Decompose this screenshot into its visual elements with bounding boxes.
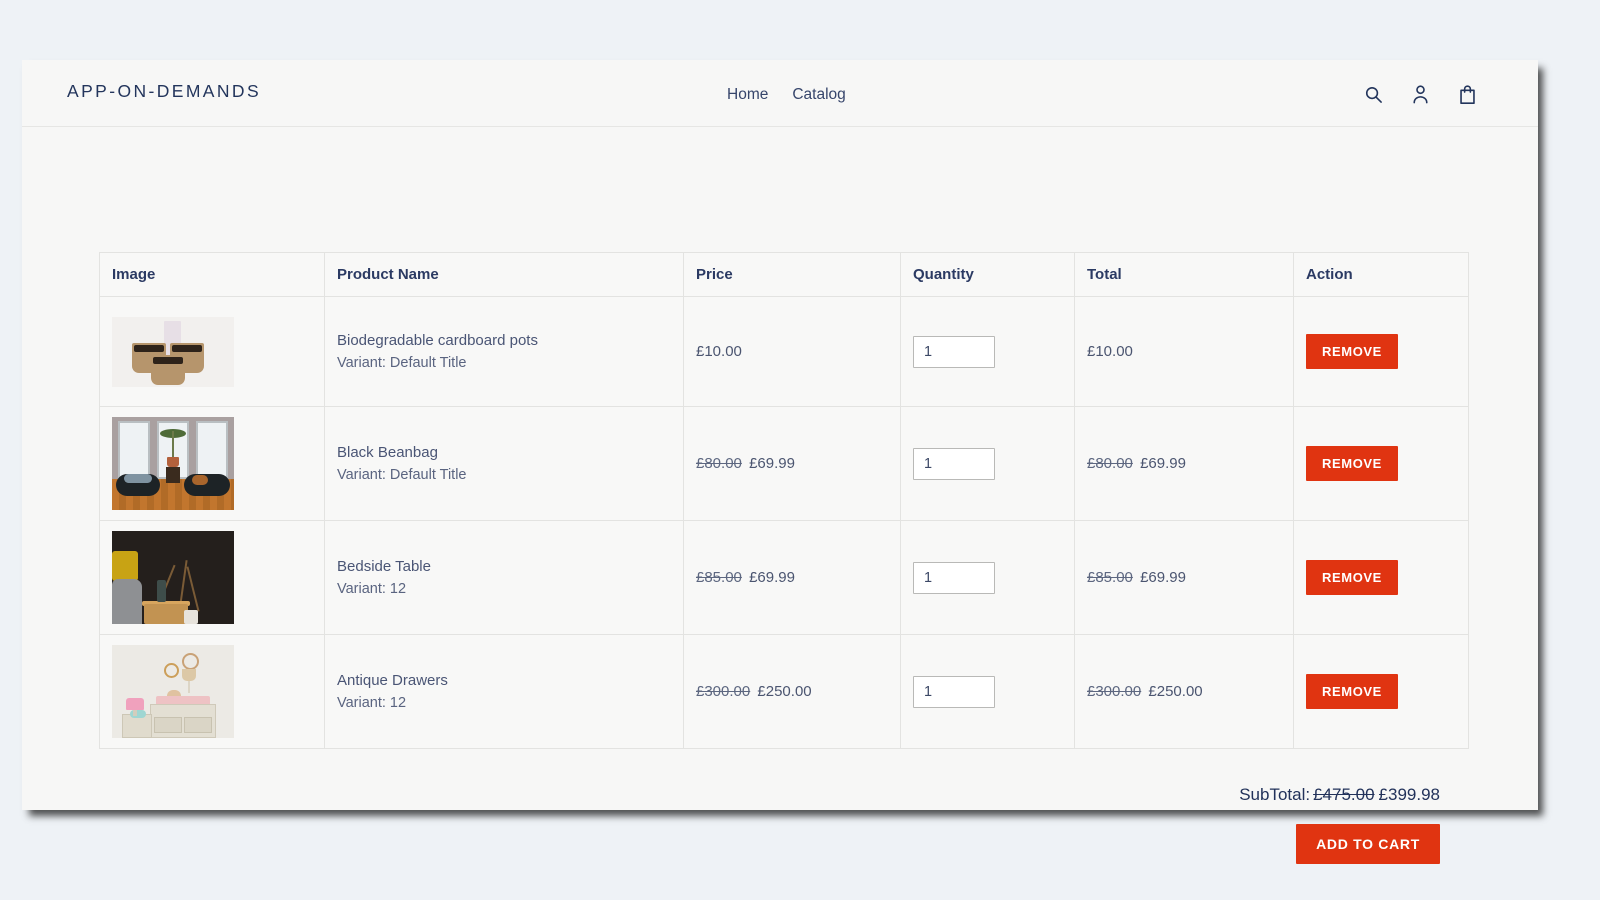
remove-button[interactable]: REMOVE [1306,334,1398,369]
product-thumbnail[interactable] [112,645,234,738]
table-header-row: Image Product Name Price Quantity Total … [99,252,1469,297]
product-variant: Variant: 12 [337,580,407,597]
product-variant: Variant: Default Title [337,466,467,483]
product-name: Antique Drawers [337,671,448,689]
subtotal-row: SubTotal: £475.00 £399.98 [1239,785,1440,805]
nav-item-catalog[interactable]: Catalog [792,86,845,104]
price-current: £69.99 [749,455,795,472]
cell-image [99,296,325,407]
price-current: £69.99 [749,569,795,586]
column-header-product-name: Product Name [324,252,684,297]
cell-total: £10.00 [1074,296,1294,407]
cell-price: £80.00 £69.99 [683,406,901,521]
price-current: £10.00 [696,343,742,360]
subtotal-original: £475.00 [1313,785,1375,804]
price-original: £80.00 [696,455,742,472]
product-name: Black Beanbag [337,443,438,461]
quantity-input[interactable] [913,561,995,594]
cell-price: £10.00 [683,296,901,407]
cell-product-name: Black Beanbag Variant: Default Title [324,406,684,521]
remove-button[interactable]: REMOVE [1306,446,1398,481]
product-thumbnail[interactable] [112,531,234,624]
cell-quantity [900,634,1075,749]
cell-total: £300.00 £250.00 [1074,634,1294,749]
cell-quantity [900,406,1075,521]
total-current: £10.00 [1087,343,1133,360]
column-header-quantity: Quantity [900,252,1075,297]
remove-button[interactable]: REMOVE [1306,674,1398,709]
product-variant: Variant: Default Title [337,354,467,371]
total-current: £69.99 [1140,455,1186,472]
column-header-action: Action [1293,252,1469,297]
product-thumbnail[interactable] [112,417,234,510]
total-original: £80.00 [1087,455,1133,472]
cart-table-head: Image Product Name Price Quantity Total … [99,252,1469,297]
add-to-cart-button[interactable]: ADD TO CART [1296,824,1440,864]
cell-product-name: Antique Drawers Variant: 12 [324,634,684,749]
table-row: Black Beanbag Variant: Default Title £80… [99,406,1469,521]
product-variant: Variant: 12 [337,694,407,711]
cart-table-body: Biodegradable cardboard pots Variant: De… [99,296,1469,749]
cell-action: REMOVE [1293,406,1469,521]
total-current: £250.00 [1148,683,1203,700]
site-logo[interactable]: APP-ON-DEMANDS [67,81,261,102]
cell-image [99,520,325,635]
cart-icon[interactable] [1454,80,1480,108]
cell-price: £300.00 £250.00 [683,634,901,749]
storefront-panel: APP-ON-DEMANDS Home Catalog Image Produc… [22,60,1538,864]
cell-quantity [900,296,1075,407]
cell-image [99,634,325,749]
main-navigation: Home Catalog [727,86,846,104]
cell-product-name: Bedside Table Variant: 12 [324,520,684,635]
column-header-total: Total [1074,252,1294,297]
remove-button[interactable]: REMOVE [1306,560,1398,595]
price-original: £85.00 [696,569,742,586]
product-name: Bedside Table [337,557,431,575]
quantity-input[interactable] [913,675,995,708]
header-icon-group [1360,80,1480,108]
search-icon[interactable] [1360,80,1386,108]
quantity-input[interactable] [913,335,995,368]
product-thumbnail[interactable] [112,316,234,387]
site-header: APP-ON-DEMANDS Home Catalog [22,60,1538,127]
cell-action: REMOVE [1293,296,1469,407]
total-current: £69.99 [1140,569,1186,586]
table-row: Bedside Table Variant: 12 £85.00 £69.99 … [99,520,1469,635]
cell-product-name: Biodegradable cardboard pots Variant: De… [324,296,684,407]
total-original: £300.00 [1087,683,1142,700]
column-header-price: Price [683,252,901,297]
table-row: Antique Drawers Variant: 12 £300.00 £250… [99,634,1469,749]
cell-total: £80.00 £69.99 [1074,406,1294,521]
cell-image [99,406,325,521]
subtotal-label: SubTotal: [1239,785,1311,804]
cell-total: £85.00 £69.99 [1074,520,1294,635]
price-current: £250.00 [757,683,812,700]
account-icon[interactable] [1407,80,1433,108]
subtotal-current: £399.98 [1378,785,1440,804]
cell-action: REMOVE [1293,520,1469,635]
cell-quantity [900,520,1075,635]
table-row: Biodegradable cardboard pots Variant: De… [99,296,1469,407]
product-name: Biodegradable cardboard pots [337,331,538,349]
cell-action: REMOVE [1293,634,1469,749]
total-original: £85.00 [1087,569,1133,586]
nav-item-home[interactable]: Home [727,86,768,104]
price-original: £300.00 [696,683,751,700]
column-header-image: Image [99,252,325,297]
cell-price: £85.00 £69.99 [683,520,901,635]
quantity-input[interactable] [913,447,995,480]
cart-table: Image Product Name Price Quantity Total … [99,252,1469,749]
